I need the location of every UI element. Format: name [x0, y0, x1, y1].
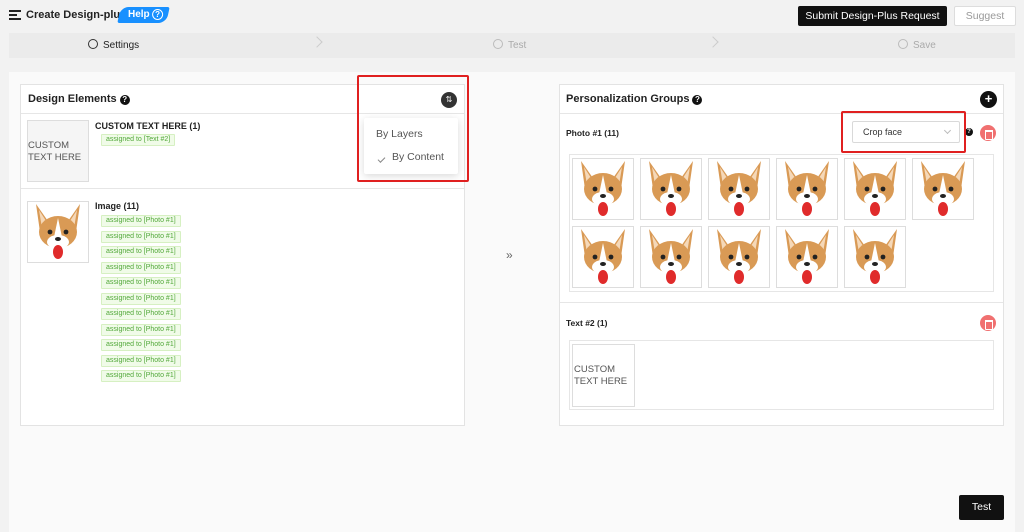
corgi-image: [36, 204, 80, 259]
step-label: Settings: [103, 40, 140, 51]
assignment-tag: assigned to [Photo #1]: [101, 231, 181, 243]
assignment-tag: assigned to [Photo #1]: [101, 293, 181, 305]
suggest-button[interactable]: Suggest: [954, 6, 1016, 26]
test-button[interactable]: Test: [959, 495, 1004, 520]
text-thumbnail-label: CUSTOM TEXT HERE: [28, 140, 82, 163]
text-group-thumbnail-label: CUSTOM TEXT HERE: [574, 364, 628, 387]
help-icon[interactable]: ?: [119, 95, 130, 105]
assignment-tag: assigned to [Photo #1]: [101, 339, 181, 351]
step-settings[interactable]: Settings: [88, 39, 139, 52]
divider: [560, 302, 1003, 303]
divider: [21, 188, 464, 189]
double-chevron-right-icon: »: [506, 248, 513, 262]
assignment-tag: assigned to [Photo #1]: [101, 324, 181, 336]
chevron-right-icon: [311, 36, 323, 48]
photo-thumbnail[interactable]: [708, 226, 770, 288]
image-element-title: Image (11): [95, 201, 140, 211]
chevron-right-icon: [707, 36, 719, 48]
page-title: Create Design-plus: [26, 9, 127, 21]
help-icon[interactable]: ?: [692, 95, 703, 105]
photo-thumbnail[interactable]: [572, 226, 634, 288]
photo-thumbnail[interactable]: [640, 158, 702, 220]
add-group-button[interactable]: +: [980, 91, 997, 108]
question-icon: ?: [151, 9, 163, 20]
text-element-title: CUSTOM TEXT HERE (1): [95, 121, 201, 131]
menu-icon[interactable]: [9, 10, 21, 20]
assignment-tag: assigned to [Photo #1]: [101, 308, 181, 320]
assignment-tag: assigned to [Photo #1]: [101, 246, 181, 258]
step-test[interactable]: Test: [493, 39, 526, 52]
photo-thumbnail[interactable]: [776, 158, 838, 220]
assignment-tag: assigned to [Text #2]: [101, 134, 176, 146]
assignment-tag: assigned to [Photo #1]: [101, 277, 181, 289]
photo-thumbnail[interactable]: [708, 158, 770, 220]
assignment-tag: assigned to [Photo #1]: [101, 215, 181, 227]
steps-bar: Settings Test Save: [9, 33, 1015, 58]
design-elements-title: Design Elements?: [28, 93, 130, 105]
step-circle-icon: [88, 39, 98, 49]
annotation-highlight: [841, 111, 966, 153]
text-group-title: Text #2 (1): [566, 318, 608, 328]
help-icon[interactable]: ?: [965, 128, 973, 136]
assignment-tag: assigned to [Photo #1]: [101, 262, 181, 274]
top-bar: Create Design-plus Help ? Submit Design-…: [0, 0, 1024, 32]
delete-text-group-button[interactable]: [980, 315, 996, 331]
step-save[interactable]: Save: [898, 39, 936, 52]
personalization-title: Personalization Groups?: [566, 93, 703, 105]
step-circle-icon: [898, 39, 908, 49]
step-label: Test: [508, 40, 527, 51]
delete-photo-group-button[interactable]: [980, 125, 996, 141]
assignment-tag: assigned to [Photo #1]: [101, 355, 181, 367]
photo-thumbnail[interactable]: [912, 158, 974, 220]
help-label: Help: [128, 9, 150, 20]
step-label: Save: [913, 40, 936, 51]
photo-thumbnail[interactable]: [640, 226, 702, 288]
photo-group-title: Photo #1 (11): [566, 128, 619, 138]
step-circle-icon: [493, 39, 503, 49]
help-button[interactable]: Help ?: [117, 7, 170, 23]
photo-thumbnail[interactable]: [844, 158, 906, 220]
image-thumbnail: [27, 201, 89, 263]
photo-thumbnail[interactable]: [844, 226, 906, 288]
photo-thumbnail[interactable]: [776, 226, 838, 288]
assignment-tag: assigned to [Photo #1]: [101, 370, 181, 382]
submit-request-button[interactable]: Submit Design-Plus Request: [798, 6, 947, 26]
photo-thumbnail[interactable]: [572, 158, 634, 220]
annotation-highlight: [357, 75, 469, 182]
